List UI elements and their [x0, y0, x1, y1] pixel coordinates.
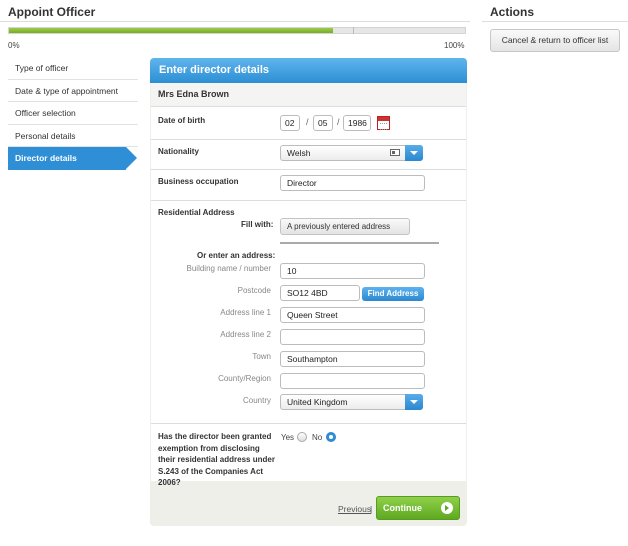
- fill-with-label: Fill with:: [241, 220, 274, 229]
- fill-divider: [280, 242, 439, 244]
- town-label: Town: [252, 352, 271, 361]
- previous-link[interactable]: Previous: [338, 504, 371, 514]
- divider: [151, 200, 466, 201]
- residential-address-label: Residential Address: [158, 208, 235, 217]
- postcode-input[interactable]: SO12 4BD: [280, 285, 360, 301]
- address-line1-label: Address line 1: [220, 308, 271, 317]
- step-list: Type of officer Date & type of appointme…: [8, 57, 138, 170]
- divider: [151, 169, 466, 170]
- progress-fill: [9, 28, 333, 33]
- chevron-down-icon[interactable]: [405, 145, 423, 161]
- director-form: Enter director details Mrs Edna Brown Da…: [150, 58, 467, 526]
- continue-label: Continue: [383, 503, 422, 513]
- actions-title: Actions: [490, 5, 535, 19]
- country-label: Country: [242, 396, 271, 405]
- dob-sep-2: /: [337, 117, 340, 127]
- step-director-details[interactable]: Director details: [8, 147, 137, 170]
- progress-start-label: 0%: [8, 41, 20, 50]
- dob-year-input[interactable]: 1986: [343, 115, 371, 131]
- county-label: County/Region: [218, 374, 271, 383]
- exemption-no-label: No: [312, 433, 323, 442]
- exemption-question: Has the director been granted exemption …: [158, 432, 275, 487]
- county-input[interactable]: [280, 373, 425, 389]
- actions-header: Actions: [482, 0, 628, 22]
- cancel-return-button[interactable]: Cancel & return to officer list: [490, 29, 620, 52]
- find-address-button[interactable]: Find Address: [362, 287, 424, 301]
- exemption-no-radio[interactable]: [326, 432, 336, 442]
- person-name: Mrs Edna Brown: [151, 83, 466, 107]
- list-icon: [390, 149, 400, 156]
- town-input[interactable]: Southampton: [280, 351, 425, 367]
- calendar-icon[interactable]: [377, 116, 390, 130]
- progress-end-label: 100%: [444, 41, 465, 50]
- country-select[interactable]: United Kingdom: [280, 394, 423, 410]
- postcode-label: Postcode: [237, 286, 271, 295]
- main-header: Appoint Officer: [0, 0, 470, 22]
- progress-marker: [353, 27, 354, 34]
- previous-address-button[interactable]: A previously entered address: [280, 218, 410, 235]
- divider: [151, 139, 466, 140]
- step-type-of-officer[interactable]: Type of officer: [8, 57, 138, 80]
- chevron-down-icon[interactable]: [405, 394, 423, 410]
- exemption-yes-label: Yes: [281, 433, 295, 442]
- link-separator: |: [370, 504, 373, 514]
- dob-sep-1: /: [306, 117, 309, 127]
- address-line2-label: Address line 2: [220, 330, 271, 339]
- continue-button[interactable]: Continue: [376, 496, 460, 520]
- step-personal-details[interactable]: Personal details: [8, 125, 138, 147]
- dob-day-input[interactable]: 02: [280, 115, 300, 131]
- page-title: Appoint Officer: [8, 5, 96, 19]
- divider: [151, 423, 466, 424]
- nationality-select[interactable]: Welsh: [280, 145, 423, 161]
- arrow-right-icon: [441, 502, 453, 514]
- progress-bar: [8, 27, 466, 34]
- or-enter-address-label: Or enter an address:: [197, 251, 276, 260]
- nationality-label: Nationality: [158, 147, 199, 156]
- step-date-type-appointment[interactable]: Date & type of appointment: [8, 80, 138, 102]
- form-body: Mrs Edna Brown Date of birth 02 / 05 / 1…: [151, 83, 466, 487]
- building-label: Building name / number: [186, 264, 272, 273]
- country-value: United Kingdom: [287, 397, 348, 407]
- step-officer-selection[interactable]: Officer selection: [8, 102, 138, 125]
- occupation-input[interactable]: Director: [280, 175, 425, 191]
- nationality-value: Welsh: [287, 148, 311, 158]
- address-line1-input[interactable]: Queen Street: [280, 307, 425, 323]
- building-input[interactable]: 10: [280, 263, 425, 279]
- form-title: Enter director details: [150, 58, 467, 83]
- dob-month-input[interactable]: 05: [313, 115, 333, 131]
- address-line2-input[interactable]: [280, 329, 425, 345]
- occupation-label: Business occupation: [158, 177, 239, 186]
- dob-label: Date of birth: [158, 116, 206, 125]
- exemption-yes-radio[interactable]: [297, 432, 307, 442]
